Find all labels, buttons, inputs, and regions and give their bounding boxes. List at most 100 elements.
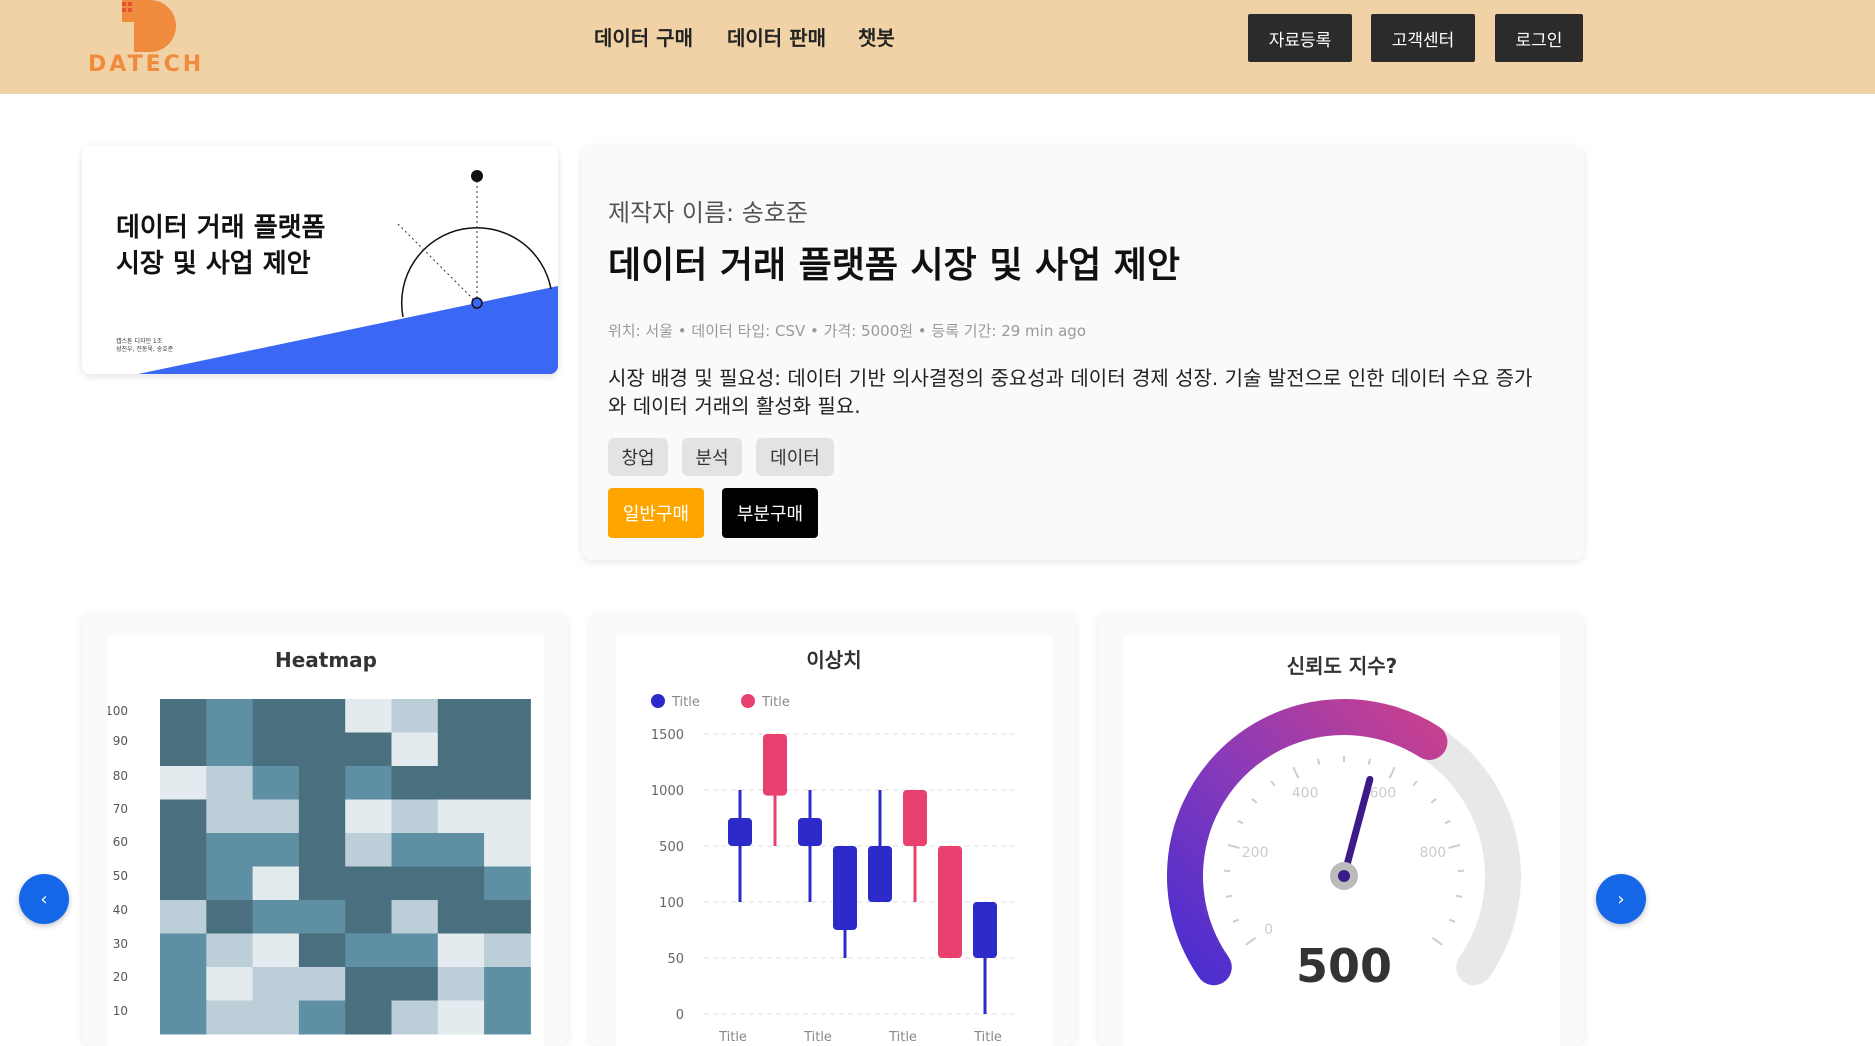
- heatmap-cell: [206, 866, 254, 901]
- y-tick: 1500: [651, 728, 684, 743]
- x-tick: Title: [718, 1030, 747, 1045]
- gauge-tick: [1292, 766, 1300, 779]
- legend-marker: [741, 694, 755, 708]
- gauge-tick: [1431, 937, 1443, 946]
- heatmap-cell: [160, 1000, 207, 1035]
- product-meta: 위치: 서울 • 데이터 타입: CSV • 가격: 5000원 • 등록 기간…: [608, 322, 1087, 340]
- tag-analysis[interactable]: 분석: [682, 438, 742, 476]
- heatmap-y-tick: 70: [113, 802, 128, 816]
- candle-body: [938, 846, 962, 958]
- login-button[interactable]: 로그인: [1495, 14, 1583, 62]
- heatmap-cell: [206, 766, 254, 800]
- partial-buy-button[interactable]: 부분구매: [722, 488, 818, 538]
- heatmap-cell: [437, 933, 485, 968]
- product-thumbnail[interactable]: 데이터 거래 플랫폼 시장 및 사업 제안 캡스톤 디자인 1조 성진우, 전동…: [82, 146, 558, 374]
- carousel-next-button[interactable]: ›: [1596, 874, 1646, 924]
- heatmap-cell: [437, 799, 485, 834]
- heatmap-cell: [345, 699, 392, 733]
- heatmap-cell: [206, 967, 254, 1001]
- heatmap-cell: [160, 900, 207, 934]
- nav-data-buy[interactable]: 데이터 구매: [594, 22, 693, 51]
- tag-startup[interactable]: 창업: [608, 438, 668, 476]
- heatmap-y-tick: 10: [113, 1004, 128, 1018]
- heatmap-cell: [484, 833, 531, 867]
- heatmap-cell: [252, 967, 300, 1001]
- header-bar: DATECH 데이터 구매 데이터 판매 챗봇 자료등록 고객센터 로그인: [0, 0, 1875, 94]
- heatmap-cell: [484, 699, 531, 733]
- candle-body: [763, 734, 787, 796]
- heatmap-cell: [160, 833, 207, 867]
- gauge-tick: [1448, 843, 1461, 850]
- gauge-chart: 0 200 400 600 800 500: [1167, 699, 1521, 993]
- gauge-tick: [1412, 780, 1418, 787]
- gauge-value-arc: [1167, 699, 1448, 986]
- heatmap-y-tick: 60: [113, 835, 128, 849]
- x-tick: Title: [973, 1030, 1002, 1045]
- heatmap-cell: [437, 900, 485, 934]
- register-button[interactable]: 자료등록: [1248, 14, 1352, 62]
- heatmap-cell: [298, 933, 346, 968]
- heatmap-cell: [160, 866, 207, 901]
- nav-chatbot[interactable]: 챗봇: [858, 22, 895, 51]
- heatmap-y-tick: 50: [113, 869, 128, 883]
- heatmap-cell: [298, 833, 346, 867]
- candle-body: [798, 818, 822, 846]
- legend-label: Title: [671, 695, 700, 710]
- heatmap-cell: [345, 766, 392, 800]
- y-tick: 1000: [651, 784, 684, 799]
- heatmap-y-tick: 30: [113, 937, 128, 951]
- heatmap-cell: [437, 732, 485, 767]
- gauge-tick: [1444, 819, 1451, 825]
- x-tick: Title: [888, 1030, 917, 1045]
- heatmap-cell: [252, 766, 300, 800]
- heatmap-y-tick: 80: [113, 769, 128, 783]
- gauge-label: 800: [1419, 845, 1446, 861]
- gauge-tick: [1270, 780, 1276, 787]
- heatmap-cell: [391, 732, 439, 767]
- chevron-right-icon: ›: [1617, 888, 1625, 910]
- heatmap-cell: [252, 933, 300, 968]
- heatmap-cell: [391, 799, 439, 834]
- general-buy-button[interactable]: 일반구매: [608, 488, 704, 538]
- heatmap-cell: [484, 766, 531, 800]
- heatmap-cell: [298, 900, 346, 934]
- carousel-prev-button[interactable]: ‹: [19, 874, 69, 924]
- logo-icon[interactable]: [112, 0, 182, 54]
- candle-body: [728, 818, 752, 846]
- heatmap-cell: [298, 1000, 346, 1035]
- heatmap-cell: [437, 967, 485, 1001]
- legend-marker: [651, 694, 665, 708]
- heatmap-cell: [437, 833, 485, 867]
- heatmap-cell: [345, 799, 392, 834]
- heatmap-cell: [437, 766, 485, 800]
- gauge-tick: [1317, 758, 1321, 765]
- heatmap-cell: [298, 967, 346, 1001]
- heatmap-cell: [160, 799, 207, 834]
- heatmap-cell: [252, 833, 300, 867]
- heatmap-cell: [160, 933, 207, 968]
- heatmap-cell: [391, 766, 439, 800]
- heatmap-cell: [206, 933, 254, 968]
- legend-label: Title: [761, 695, 790, 710]
- gauge-tick: [1251, 798, 1258, 804]
- gauge-label: 400: [1292, 786, 1319, 802]
- heatmap-cell: [437, 699, 485, 733]
- heatmap-cell: [345, 967, 392, 1001]
- nav-data-sell[interactable]: 데이터 판매: [727, 22, 826, 51]
- heatmap-cell: [252, 866, 300, 901]
- heatmap-cell: [206, 900, 254, 934]
- tag-data[interactable]: 데이터: [756, 438, 834, 476]
- heatmap-cell: [484, 933, 531, 968]
- thumbnail-illustration: [138, 170, 558, 374]
- heatmap-cell: [391, 1000, 439, 1035]
- heatmap-cell: [391, 933, 439, 968]
- heatmap-cell: [298, 799, 346, 834]
- heatmap-cell: [484, 967, 531, 1001]
- customer-center-button[interactable]: 고객센터: [1371, 14, 1475, 62]
- heatmap-y-tick: 90: [113, 734, 128, 748]
- gauge-needle: [1340, 775, 1374, 880]
- heatmap-cell: [298, 766, 346, 800]
- heatmap-chart: 100 90 80 70 60 50 40 30 20 10: [108, 699, 531, 1035]
- logo-text[interactable]: DATECH: [88, 52, 204, 77]
- product-title: 데이터 거래 플랫폼 시장 및 사업 제안: [608, 245, 1180, 286]
